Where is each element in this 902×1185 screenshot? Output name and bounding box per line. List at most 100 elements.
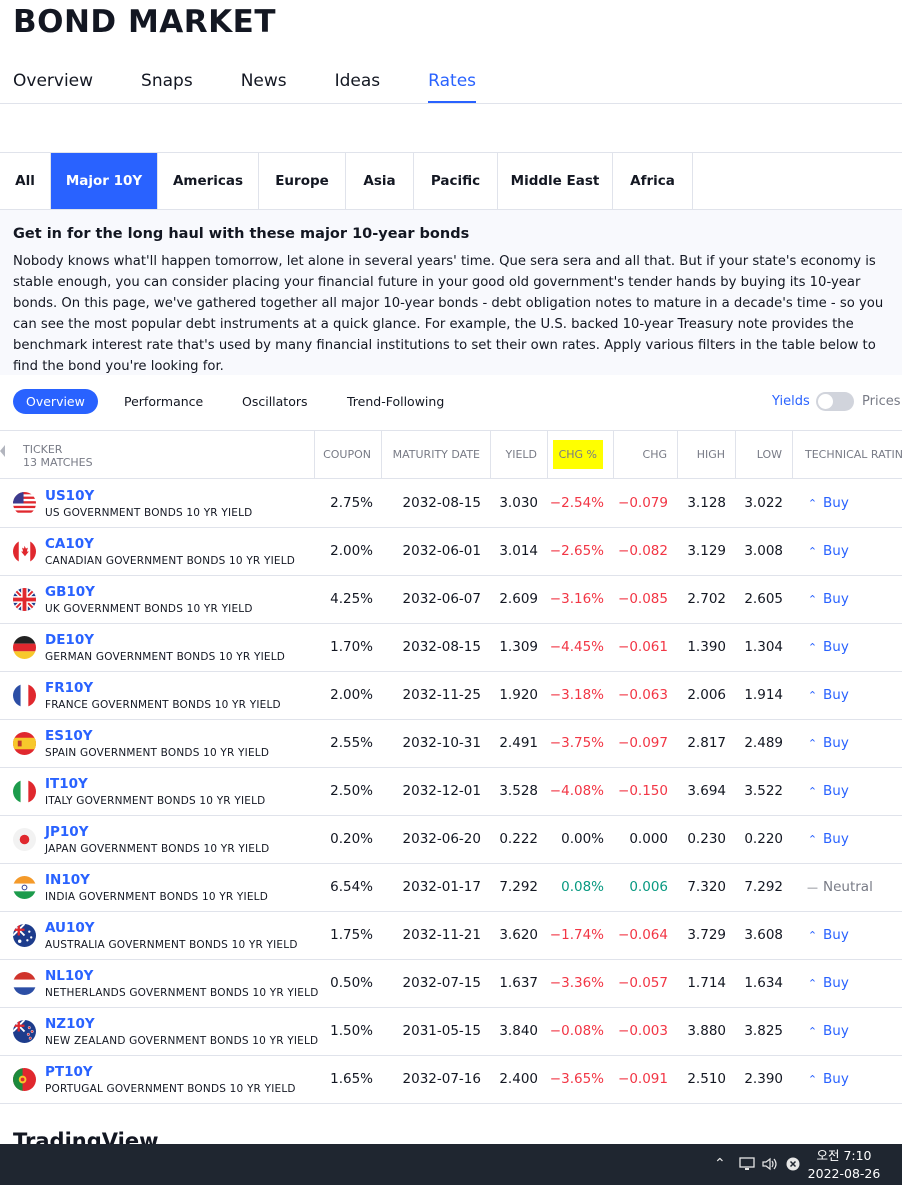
header-chg-pct[interactable]: CHG %: [548, 431, 614, 478]
table-row[interactable]: GB10Y UK GOVERNMENT BONDS 10 YR YIELD 4.…: [0, 576, 902, 624]
ticker-symbol-link[interactable]: AU10Y: [45, 920, 95, 936]
table-row[interactable]: FR10Y FRANCE GOVERNMENT BONDS 10 YR YIEL…: [0, 672, 902, 720]
ticker-symbol-link[interactable]: US10Y: [45, 488, 94, 504]
ticker-symbol-link[interactable]: IT10Y: [45, 776, 88, 792]
technical-rating[interactable]: — Neutral: [806, 864, 873, 911]
tab-news[interactable]: News: [241, 70, 287, 104]
filter-trend-following-button[interactable]: Trend-Following: [347, 389, 444, 414]
region-tab-africa[interactable]: Africa: [613, 153, 693, 209]
region-tab-pacific[interactable]: Pacific: [414, 153, 498, 209]
table-row[interactable]: NZ10Y NEW ZEALAND GOVERNMENT BONDS 10 YR…: [0, 1008, 902, 1056]
cell-chg-pct: −4.08%: [549, 783, 604, 799]
yields-label[interactable]: Yields: [772, 389, 810, 414]
network-icon[interactable]: [739, 1144, 755, 1185]
ticker-symbol-link[interactable]: FR10Y: [45, 680, 93, 696]
table-row[interactable]: DE10Y GERMAN GOVERNMENT BONDS 10 YR YIEL…: [0, 624, 902, 672]
header-yield[interactable]: YIELD: [491, 431, 548, 478]
ticker-symbol-link[interactable]: JP10Y: [45, 824, 88, 840]
cell-chg: −0.064: [618, 927, 668, 943]
technical-rating[interactable]: ⌃ Buy: [806, 624, 849, 671]
technical-rating[interactable]: ⌃ Buy: [806, 480, 849, 527]
yields-prices-toggle[interactable]: [816, 392, 854, 411]
technical-rating[interactable]: ⌃ Buy: [806, 528, 849, 575]
ticker-symbol-link[interactable]: DE10Y: [45, 632, 94, 648]
table-row[interactable]: CA10Y CANADIAN GOVERNMENT BONDS 10 YR YI…: [0, 528, 902, 576]
header-low[interactable]: LOW: [736, 431, 793, 478]
region-tabs: All Major 10Y Americas Europe Asia Pacif…: [0, 152, 902, 210]
tabs-divider: [0, 103, 902, 104]
technical-rating[interactable]: ⌃ Buy: [806, 672, 849, 719]
header-chg[interactable]: CHG: [614, 431, 678, 478]
table-row[interactable]: IN10Y INDIA GOVERNMENT BONDS 10 YR YIELD…: [0, 864, 902, 912]
region-tab-all[interactable]: All: [0, 153, 51, 209]
tab-overview[interactable]: Overview: [13, 70, 93, 104]
cell-yield: 7.292: [499, 879, 538, 895]
tab-rates[interactable]: Rates: [428, 70, 476, 104]
technical-rating[interactable]: ⌃ Buy: [806, 720, 849, 767]
ticker-description: NETHERLANDS GOVERNMENT BONDS 10 YR YIELD: [45, 987, 319, 999]
cell-maturity-date: 2032-06-20: [402, 831, 481, 847]
cell-coupon: 1.75%: [330, 927, 373, 943]
header-high[interactable]: HIGH: [678, 431, 736, 478]
table-row[interactable]: US10Y US GOVERNMENT BONDS 10 YR YIELD 2.…: [0, 480, 902, 528]
cell-chg-pct: −0.08%: [549, 1023, 604, 1039]
cell-low: 1.634: [744, 975, 783, 991]
chevron-up-icon: ⌃: [807, 497, 818, 510]
header-maturity-date[interactable]: MATURITY DATE: [382, 431, 491, 478]
technical-rating[interactable]: ⌃ Buy: [806, 912, 849, 959]
table-row[interactable]: PT10Y PORTUGAL GOVERNMENT BONDS 10 YR YI…: [0, 1056, 902, 1104]
ticker-symbol-link[interactable]: PT10Y: [45, 1064, 93, 1080]
region-tab-asia[interactable]: Asia: [346, 153, 414, 209]
cell-chg: −0.150: [618, 783, 668, 799]
ticker-symbol-link[interactable]: NZ10Y: [45, 1016, 95, 1032]
filter-overview-button[interactable]: Overview: [13, 389, 98, 414]
scroll-left-icon[interactable]: [0, 445, 5, 457]
tradingview-logo[interactable]: TradingView: [13, 1128, 158, 1144]
table-row[interactable]: NL10Y NETHERLANDS GOVERNMENT BONDS 10 YR…: [0, 960, 902, 1008]
table-row[interactable]: AU10Y AUSTRALIA GOVERNMENT BONDS 10 YR Y…: [0, 912, 902, 960]
cell-yield: 2.400: [499, 1071, 538, 1087]
cell-yield: 2.491: [499, 735, 538, 751]
region-tab-europe[interactable]: Europe: [259, 153, 346, 209]
filter-oscillators-button[interactable]: Oscillators: [242, 389, 308, 414]
ticker-description: US GOVERNMENT BONDS 10 YR YIELD: [45, 507, 253, 519]
cell-low: 2.605: [744, 591, 783, 607]
ticker-description: CANADIAN GOVERNMENT BONDS 10 YR YIELD: [45, 555, 296, 567]
prices-label[interactable]: Prices: [862, 389, 901, 414]
technical-rating[interactable]: ⌃ Buy: [806, 576, 849, 623]
technical-rating[interactable]: ⌃ Buy: [806, 768, 849, 815]
cell-coupon: 0.20%: [330, 831, 373, 847]
region-tab-middle-east[interactable]: Middle East: [498, 153, 613, 209]
cell-chg-pct: −2.54%: [549, 495, 604, 511]
header-coupon[interactable]: COUPON: [315, 431, 382, 478]
technical-rating[interactable]: ⌃ Buy: [806, 1056, 849, 1103]
cell-maturity-date: 2032-11-25: [402, 687, 481, 703]
technical-rating[interactable]: ⌃ Buy: [806, 1008, 849, 1055]
volume-icon[interactable]: [762, 1144, 778, 1185]
ticker-description: ITALY GOVERNMENT BONDS 10 YR YIELD: [45, 795, 266, 807]
cell-high: 0.230: [687, 831, 726, 847]
technical-rating[interactable]: ⌃ Buy: [806, 816, 849, 863]
ticker-symbol-link[interactable]: ES10Y: [45, 728, 93, 744]
region-tab-americas[interactable]: Americas: [158, 153, 259, 209]
filter-performance-button[interactable]: Performance: [124, 389, 203, 414]
header-ticker[interactable]: TICKER 13 MATCHES: [0, 431, 315, 478]
ticker-symbol-link[interactable]: GB10Y: [45, 584, 95, 600]
chevron-up-icon[interactable]: ⌃: [714, 1144, 726, 1185]
close-circle-icon[interactable]: [786, 1144, 800, 1185]
table-row[interactable]: IT10Y ITALY GOVERNMENT BONDS 10 YR YIELD…: [0, 768, 902, 816]
table-row[interactable]: ES10Y SPAIN GOVERNMENT BONDS 10 YR YIELD…: [0, 720, 902, 768]
region-tab-major-10y[interactable]: Major 10Y: [51, 153, 158, 209]
header-technical-rating[interactable]: TECHNICAL RATING: [793, 431, 902, 478]
ticker-symbol-link[interactable]: CA10Y: [45, 536, 94, 552]
cell-maturity-date: 2032-12-01: [402, 783, 481, 799]
cell-yield: 3.014: [499, 543, 538, 559]
ticker-symbol-link[interactable]: IN10Y: [45, 872, 90, 888]
chevron-up-icon: ⌃: [807, 929, 818, 942]
ticker-symbol-link[interactable]: NL10Y: [45, 968, 93, 984]
technical-rating[interactable]: ⌃ Buy: [806, 960, 849, 1007]
table-row[interactable]: JP10Y JAPAN GOVERNMENT BONDS 10 YR YIELD…: [0, 816, 902, 864]
tab-ideas[interactable]: Ideas: [335, 70, 381, 104]
system-clock[interactable]: 오전 7:10 2022-08-26: [800, 1147, 888, 1183]
tab-snaps[interactable]: Snaps: [141, 70, 193, 104]
